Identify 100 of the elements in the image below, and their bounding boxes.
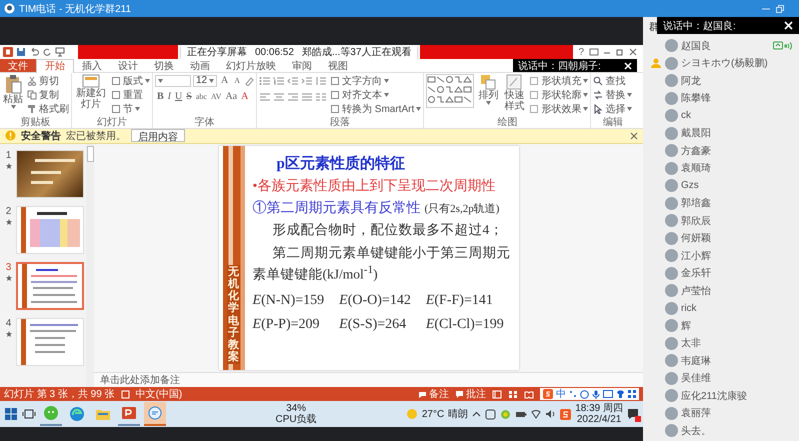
align-center-icon[interactable]	[273, 92, 286, 102]
text-direction-button[interactable]: 文字方向	[330, 74, 422, 87]
copy-button[interactable]: 复制	[27, 88, 69, 101]
member-name[interactable]: 应化211沈康骏	[681, 388, 799, 403]
increase-indent-icon[interactable]	[301, 76, 314, 86]
close-icon[interactable]	[628, 47, 638, 57]
normal-view-icon[interactable]	[492, 390, 502, 398]
align-left-icon[interactable]	[259, 92, 272, 102]
member-name[interactable]: 郭欣辰	[681, 214, 799, 228]
shape-outline-button[interactable]: 形状轮廓	[529, 88, 588, 101]
new-slide-button[interactable]: 新建幻灯片	[74, 74, 108, 110]
cut-button[interactable]: 剪切	[27, 74, 69, 87]
bullets-icon[interactable]	[259, 76, 272, 86]
arrange-button[interactable]: 排列	[477, 74, 500, 105]
quick-styles-button[interactable]: 快速样式	[502, 74, 526, 112]
scrollbar[interactable]	[86, 144, 94, 387]
microphone-icon[interactable]	[592, 390, 600, 398]
redo-icon[interactable]	[42, 47, 52, 57]
member-name[interactable]: 戴晨阳	[681, 126, 799, 140]
close-button[interactable]	[624, 62, 632, 70]
taskbar-app[interactable]	[144, 402, 166, 426]
punctuation-icon[interactable]	[569, 390, 577, 398]
save-icon[interactable]	[16, 47, 26, 57]
tray-app-icon[interactable]	[485, 408, 496, 420]
notification-icon[interactable]	[627, 408, 639, 420]
grid-view-icon[interactable]	[508, 390, 518, 398]
shape-fill-button[interactable]: 形状填充	[529, 74, 588, 87]
format-button[interactable]: Aa	[223, 90, 240, 103]
ribbon-tab[interactable]: 幻灯片放映	[218, 59, 284, 72]
notes-field[interactable]: 单击此处添加备注	[94, 372, 643, 387]
clear-format-icon[interactable]	[244, 76, 254, 86]
line-spacing-icon[interactable]	[315, 76, 328, 86]
member-name[interactable]: 吴佳维	[681, 371, 799, 386]
member-name[interactable]: 袁丽萍	[681, 406, 799, 420]
shapes-gallery[interactable]	[426, 74, 474, 108]
member-name[interactable]: 方鑫豪	[681, 144, 799, 158]
format-button[interactable]: S	[184, 90, 194, 103]
member-name[interactable]: 卢莹怡	[681, 284, 799, 298]
close-button[interactable]	[784, 21, 793, 30]
member-name[interactable]: 江小辉	[681, 248, 799, 263]
restore-icon[interactable]	[775, 4, 785, 14]
member-name[interactable]: 头去。	[681, 424, 799, 438]
windows-icon[interactable]	[4, 407, 18, 421]
close-icon[interactable]	[630, 132, 638, 140]
help-button[interactable]: ?	[576, 46, 586, 58]
align-right-icon[interactable]	[287, 92, 300, 102]
decrease-indent-icon[interactable]	[287, 76, 300, 86]
font-size-field[interactable]: 12	[193, 74, 217, 86]
format-painter-button[interactable]: 格式刷	[27, 102, 69, 115]
member-name[interactable]: 阿龙	[681, 74, 799, 88]
member-name[interactable]: 太非	[681, 336, 799, 350]
grow-font-button[interactable]: A	[219, 74, 230, 87]
ribbon-tab[interactable]: 插入	[74, 59, 110, 72]
member-name[interactable]: rick	[681, 302, 799, 314]
justify-icon[interactable]	[301, 92, 314, 102]
enable-content-button[interactable]: 启用内容	[131, 129, 185, 142]
slide-thumbnail[interactable]	[16, 262, 84, 310]
clock[interactable]: 18:39 周四 2022/4/21	[575, 403, 623, 425]
member-name[interactable]: 辉	[681, 318, 799, 333]
member-name[interactable]: 金乐轩	[681, 266, 799, 280]
align-text-button[interactable]: 对齐文本	[330, 88, 422, 101]
restore-icon[interactable]	[615, 47, 625, 57]
emoji-icon[interactable]	[580, 390, 589, 398]
font-name-field[interactable]	[155, 74, 191, 86]
numbering-icon[interactable]	[273, 76, 286, 86]
comments-button[interactable]: 批注	[455, 388, 486, 400]
ribbon-tab[interactable]: 开始	[36, 58, 74, 72]
member-name[interactable]: 何妍颖	[681, 231, 799, 246]
ribbon-tab[interactable]: 视图	[320, 59, 356, 72]
member-name[interactable]: シヨキホウ(杨毅鹏)	[681, 56, 799, 70]
layout-button[interactable]: 版式	[111, 74, 150, 87]
skin-icon[interactable]	[616, 390, 625, 398]
select-button[interactable]: 选择	[593, 102, 632, 115]
format-button[interactable]: abc	[194, 90, 209, 103]
format-button[interactable]: I	[166, 90, 174, 103]
shape-effects-button[interactable]: 形状效果	[529, 102, 588, 115]
member-name[interactable]: 陈攀锋	[681, 91, 799, 106]
paste-button[interactable]: 粘贴	[2, 74, 24, 109]
keyboard-icon[interactable]	[603, 390, 613, 398]
undo-icon[interactable]	[29, 47, 39, 57]
shrink-font-button[interactable]: A	[232, 74, 242, 87]
ime-logo-icon[interactable]	[560, 408, 572, 420]
network-icon[interactable]	[531, 409, 542, 419]
notes-button[interactable]: 备注	[418, 388, 449, 400]
ribbon-tab[interactable]: 切换	[146, 59, 182, 72]
member-name[interactable]: Gzs	[681, 180, 799, 192]
member-name[interactable]: 袁顺琦	[681, 161, 799, 176]
ribbon-tab[interactable]: 设计	[110, 59, 146, 72]
volume-icon[interactable]	[545, 409, 556, 419]
member-name[interactable]: 韦庭琳	[681, 354, 799, 368]
caret-up-icon[interactable]	[472, 410, 482, 418]
member-name[interactable]: 赵国良	[681, 38, 770, 53]
find-button[interactable]: 查找	[593, 74, 632, 87]
columns-icon[interactable]	[315, 92, 328, 102]
member-name[interactable]: ck	[681, 110, 799, 122]
ribbon-display-icon[interactable]	[589, 47, 599, 57]
reset-button[interactable]: 重置	[111, 88, 150, 101]
replace-button[interactable]: 替换	[593, 88, 632, 101]
task-view-icon[interactable]	[22, 407, 36, 421]
format-button[interactable]: A	[239, 90, 250, 103]
